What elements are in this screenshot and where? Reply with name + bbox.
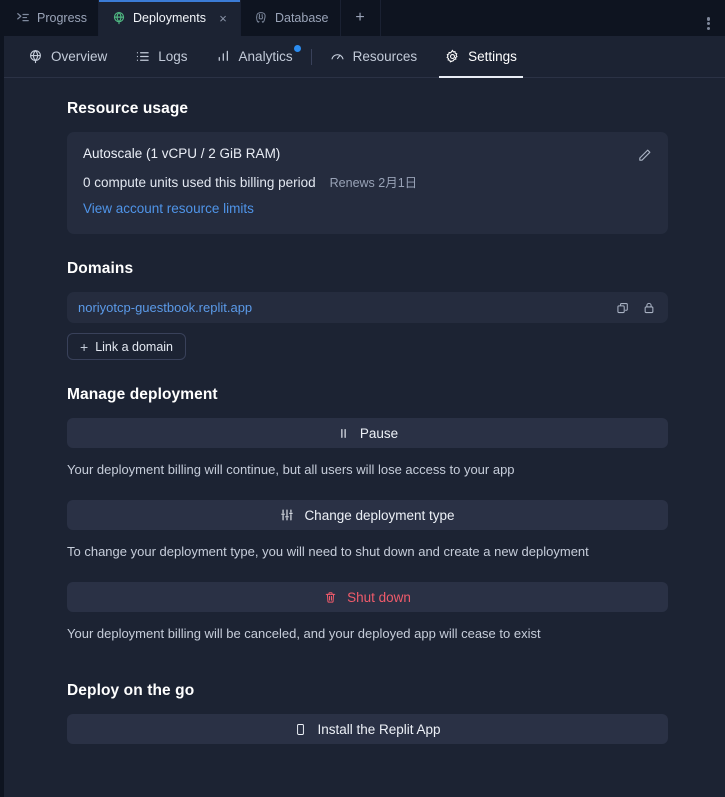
left-edge-strip bbox=[0, 0, 4, 797]
subnav-item-logs[interactable]: Logs bbox=[121, 36, 201, 78]
tab-label: Deployments bbox=[133, 11, 206, 25]
usage-line: 0 compute units used this billing period… bbox=[83, 172, 652, 191]
subnav-item-analytics[interactable]: Analytics bbox=[202, 36, 307, 78]
pause-help-text: Your deployment billing will continue, b… bbox=[67, 462, 515, 477]
domains-section: Domains noriyotcp-guestbook.replit.app +… bbox=[67, 260, 668, 360]
copy-icon[interactable] bbox=[616, 301, 630, 315]
install-replit-app-button[interactable]: Install the Replit App bbox=[67, 714, 668, 744]
subnav-item-settings[interactable]: Settings bbox=[431, 36, 531, 78]
deployments-globe-icon bbox=[112, 11, 126, 25]
domain-name[interactable]: noriyotcp-guestbook.replit.app bbox=[78, 300, 616, 315]
pause-button[interactable]: Pause bbox=[67, 418, 668, 448]
tab-bar-spacer bbox=[381, 0, 692, 36]
bar-chart-icon bbox=[216, 49, 231, 64]
subnav-label: Analytics bbox=[238, 49, 293, 64]
close-icon[interactable]: × bbox=[217, 12, 229, 25]
view-account-resource-limits-link[interactable]: View account resource limits bbox=[83, 201, 254, 216]
overflow-menu-button[interactable] bbox=[691, 0, 725, 36]
tab-list: Progress Deployments × Database + bbox=[0, 0, 381, 36]
trash-icon bbox=[324, 591, 337, 604]
resource-usage-card: Autoscale (1 vCPU / 2 GiB RAM) 0 compute… bbox=[67, 132, 668, 234]
shut-down-button[interactable]: Shut down bbox=[67, 582, 668, 612]
settings-content: Resource usage Autoscale (1 vCPU / 2 GiB… bbox=[0, 78, 725, 797]
shut-down-block: Shut down Your deployment billing will b… bbox=[67, 582, 668, 641]
renewal-date: Renews 2月1日 bbox=[329, 176, 418, 190]
change-type-block: Change deployment type To change your de… bbox=[67, 500, 668, 559]
tab-label: Database bbox=[274, 11, 329, 25]
link-domain-label: Link a domain bbox=[95, 339, 174, 354]
resource-usage-title: Resource usage bbox=[67, 100, 189, 117]
deploy-on-the-go-title: Deploy on the go bbox=[67, 682, 195, 699]
link-a-domain-button[interactable]: + Link a domain bbox=[67, 333, 187, 360]
mobile-phone-icon bbox=[294, 723, 307, 736]
lock-icon bbox=[642, 301, 656, 315]
manage-deployment-title: Manage deployment bbox=[67, 386, 218, 403]
new-tab-button[interactable]: + bbox=[341, 0, 381, 36]
subnav-label: Logs bbox=[158, 49, 188, 64]
deploy-on-the-go-section: Deploy on the go Install the Replit App bbox=[67, 682, 668, 744]
postgres-elephant-icon bbox=[254, 11, 268, 25]
gear-icon bbox=[445, 49, 460, 64]
manage-deployment-section: Manage deployment Pause Your deployment … bbox=[67, 386, 668, 641]
subnav-item-resources[interactable]: Resources bbox=[316, 36, 432, 78]
analytics-notification-badge bbox=[293, 44, 301, 52]
subnav-label: Settings bbox=[468, 49, 517, 64]
tab-deployments[interactable]: Deployments × bbox=[99, 0, 241, 36]
install-label: Install the Replit App bbox=[317, 721, 441, 737]
pencil-icon bbox=[637, 148, 652, 163]
edit-resource-button[interactable] bbox=[633, 144, 655, 166]
gauge-icon bbox=[330, 49, 345, 64]
subnav-item-overview[interactable]: Overview bbox=[14, 36, 121, 78]
compute-units-used: 0 compute units used this billing period bbox=[83, 175, 316, 190]
subnav-divider bbox=[310, 48, 312, 65]
plus-icon: + bbox=[355, 9, 365, 26]
subnav-label: Overview bbox=[51, 49, 108, 64]
tab-progress[interactable]: Progress bbox=[0, 0, 100, 36]
sliders-icon bbox=[280, 508, 294, 522]
subnav-label: Resources bbox=[352, 49, 418, 64]
deployments-globe-icon bbox=[28, 49, 43, 64]
window-tab-bar: Progress Deployments × Database + bbox=[0, 0, 725, 36]
kebab-icon bbox=[706, 16, 710, 30]
deployment-subnav: Overview Logs Analytics Resources Settin… bbox=[0, 36, 725, 78]
pause-icon bbox=[337, 427, 350, 440]
tab-label: Progress bbox=[37, 11, 88, 25]
tab-database[interactable]: Database bbox=[241, 0, 341, 36]
list-icon bbox=[135, 49, 150, 64]
plus-icon: + bbox=[80, 338, 89, 355]
progress-icon bbox=[16, 11, 30, 25]
resource-usage-section: Resource usage Autoscale (1 vCPU / 2 GiB… bbox=[67, 100, 668, 234]
pause-block: Pause Your deployment billing will conti… bbox=[67, 418, 668, 477]
change-type-help-text: To change your deployment type, you will… bbox=[67, 544, 589, 559]
app-window: Progress Deployments × Database + Overvi… bbox=[0, 0, 725, 797]
domain-actions bbox=[616, 301, 656, 315]
change-deployment-type-button[interactable]: Change deployment type bbox=[67, 500, 668, 530]
pause-label: Pause bbox=[359, 425, 399, 441]
domain-row[interactable]: noriyotcp-guestbook.replit.app bbox=[67, 292, 668, 323]
shut-down-help-text: Your deployment billing will be canceled… bbox=[67, 626, 541, 641]
plan-name: Autoscale (1 vCPU / 2 GiB RAM) bbox=[83, 146, 281, 161]
change-type-label: Change deployment type bbox=[304, 507, 455, 523]
shut-down-label: Shut down bbox=[347, 589, 411, 605]
domains-title: Domains bbox=[67, 260, 134, 277]
